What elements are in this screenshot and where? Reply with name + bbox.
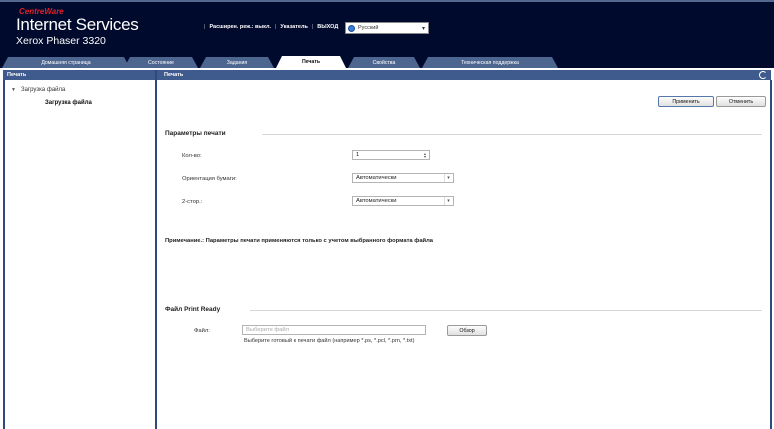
orientation-label: Ориентация бумаги: bbox=[182, 176, 237, 182]
sidebar: ▼ Загрузка файла Загрузка файла bbox=[3, 80, 155, 429]
file-hint: Выберите готовый к печати файл (например… bbox=[244, 338, 415, 344]
top-links: | Расширен. реж.: выкл. | Указатель | ВЫ… bbox=[204, 24, 339, 30]
tab-bar: Домашняя страница Состояние Задания Печа… bbox=[0, 50, 774, 68]
refresh-icon[interactable] bbox=[759, 71, 767, 79]
right-border bbox=[770, 80, 772, 429]
sidebar-item-label: Загрузка файла bbox=[20, 87, 66, 93]
tab-properties[interactable]: Свойства bbox=[348, 57, 420, 68]
duplex-select[interactable]: Автоматически ▾ bbox=[352, 196, 454, 206]
apply-button[interactable]: Применить bbox=[658, 96, 714, 107]
file-label: Файл: bbox=[194, 328, 210, 334]
main-heading: Печать bbox=[157, 70, 771, 80]
duplex-label: 2-стор.: bbox=[182, 199, 203, 205]
chevron-down-icon: ▾ bbox=[444, 197, 452, 205]
tab-jobs[interactable]: Задания bbox=[200, 57, 274, 68]
printer-model: Xerox Phaser 3320 bbox=[16, 35, 106, 47]
section-divider bbox=[262, 134, 762, 135]
chevron-down-icon: ▾ bbox=[421, 25, 425, 32]
panel-divider bbox=[155, 70, 157, 429]
brand-title: Internet Services bbox=[16, 15, 139, 34]
copies-input[interactable]: 1 ▴ ▾ bbox=[352, 150, 430, 160]
logout-link[interactable]: ВЫХОД bbox=[317, 24, 338, 30]
orientation-select[interactable]: Автоматически ▾ bbox=[352, 173, 454, 183]
print-params-title: Параметры печати bbox=[165, 130, 226, 137]
tab-home[interactable]: Домашняя страница bbox=[2, 57, 130, 68]
duplex-value: Автоматически bbox=[356, 198, 397, 204]
app-header: CentreWare Internet Services Xerox Phase… bbox=[0, 0, 774, 50]
copies-label: Кол-во: bbox=[182, 153, 202, 159]
orientation-value: Автоматически bbox=[356, 175, 397, 181]
language-value: Русский bbox=[358, 25, 379, 31]
print-params-note: Примечание.: Параметры печати применяютс… bbox=[165, 238, 434, 244]
cancel-button[interactable]: Отменить bbox=[716, 96, 766, 107]
file-input[interactable]: Выберите файл bbox=[242, 325, 426, 335]
section-divider bbox=[250, 310, 762, 311]
tab-status[interactable]: Состояние bbox=[124, 57, 198, 68]
copies-value: 1 bbox=[356, 152, 360, 158]
tab-print[interactable]: Печать bbox=[276, 56, 346, 68]
spinner-arrows-icon[interactable]: ▴ ▾ bbox=[422, 152, 428, 159]
sidebar-item-file-upload[interactable]: ▼ Загрузка файла bbox=[11, 87, 65, 93]
language-select[interactable]: Русский ▾ bbox=[345, 22, 429, 34]
file-placeholder: Выберите файл bbox=[246, 327, 290, 333]
chevron-down-icon: ▾ bbox=[444, 174, 452, 182]
main-heading-label: Печать bbox=[164, 72, 184, 78]
advanced-mode-link[interactable]: Расширен. реж.: выкл. bbox=[209, 24, 271, 30]
globe-icon bbox=[348, 24, 355, 32]
sidebar-heading: Печать bbox=[3, 70, 155, 80]
browse-button[interactable]: Обзор bbox=[447, 325, 487, 336]
index-link[interactable]: Указатель bbox=[280, 24, 307, 30]
print-ready-title: Файл Print Ready bbox=[165, 306, 221, 313]
tree-expand-icon[interactable]: ▼ bbox=[11, 87, 16, 93]
sidebar-subitem-file-upload[interactable]: Загрузка файла bbox=[45, 100, 92, 106]
tab-support[interactable]: Техническая поддержка bbox=[422, 57, 558, 68]
